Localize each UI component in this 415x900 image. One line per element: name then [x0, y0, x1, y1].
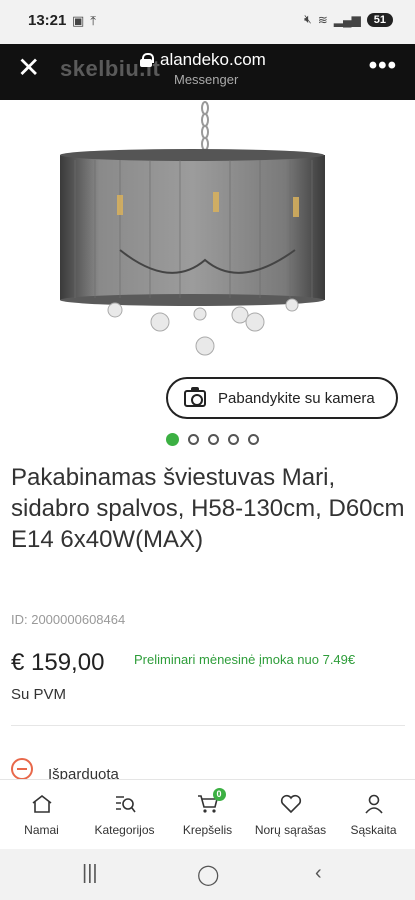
url-bar[interactable]: alandeko.com: [140, 50, 300, 70]
url-subtitle: Messenger: [174, 72, 239, 87]
product-image[interactable]: [0, 100, 415, 370]
home-button-icon[interactable]: ◯: [197, 862, 219, 887]
close-icon[interactable]: ✕: [17, 54, 45, 82]
status-icons-left: ▣ ⤒: [72, 13, 96, 29]
battery-icon: 51: [366, 12, 393, 27]
more-options-icon[interactable]: •••: [369, 52, 397, 80]
carousel-dots: [166, 433, 259, 446]
back-icon[interactable]: ‹: [315, 862, 322, 885]
carousel-dot[interactable]: [228, 434, 239, 445]
url-text: alandeko.com: [160, 50, 266, 69]
nav-label: Sąskaita: [350, 823, 397, 837]
upload-icon: ⤒: [90, 13, 97, 28]
nav-item-wishlist[interactable]: Norų sąrašas: [249, 780, 332, 849]
heart-icon: [279, 794, 303, 814]
url-block[interactable]: alandeko.com Messenger: [140, 50, 300, 87]
signal-icon: ▂▄▆: [333, 12, 361, 27]
nav-label: Krepšelis: [182, 823, 233, 837]
nav-item-home[interactable]: Namai: [0, 780, 83, 849]
screenshot-icon: ▣: [72, 13, 85, 28]
nav-item-account[interactable]: Sąskaita: [332, 780, 415, 849]
product-id: ID: 2000000608464: [11, 612, 126, 627]
nav-item-categories[interactable]: Kategorijos: [83, 780, 166, 849]
vat-label: Su PVM: [11, 686, 67, 703]
nav-label: Norų sąrašas: [254, 823, 327, 837]
android-nav-bar: ||| ◯ ‹: [0, 849, 415, 900]
sold-out-icon: [11, 758, 33, 780]
category-search-icon: [113, 794, 137, 814]
cart-icon: 0: [196, 788, 226, 814]
user-icon: [362, 794, 386, 814]
camera-button-label: Pabandykite su kamera: [218, 389, 375, 407]
chandelier-image: [60, 101, 325, 356]
status-time: 13:21: [28, 12, 67, 29]
status-bar: 13:21 ▣ ⤒ 🔇︎ ≋ ▂▄▆ 51: [0, 0, 415, 44]
carousel-dot[interactable]: [208, 434, 219, 445]
lock-icon: [140, 53, 154, 67]
bottom-nav: Namai Kategorijos 0 Krepšelis Norų sąraš…: [0, 779, 415, 849]
browser-bar: ✕ skelbiu.lt alandeko.com Messenger •••: [0, 44, 415, 100]
nav-item-cart[interactable]: 0 Krepšelis: [166, 780, 249, 849]
divider: [11, 725, 405, 726]
camera-icon: [184, 386, 206, 407]
cart-count-badge: 0: [212, 788, 226, 801]
product-title: Pakabinamas šviestuvas Mari, sidabro spa…: [11, 464, 405, 553]
product-price: € 159,00: [11, 649, 105, 676]
status-icons-right: 🔇︎ ≋ ▂▄▆ 51: [304, 12, 393, 27]
mute-icon: 🔇︎: [304, 12, 312, 26]
nav-label: Namai: [24, 823, 59, 837]
home-icon: [30, 794, 54, 814]
nav-label: Kategorijos: [94, 823, 155, 837]
try-with-camera-button[interactable]: Pabandykite su kamera: [166, 377, 398, 419]
wifi-icon: ≋: [317, 12, 328, 27]
installment-link[interactable]: Preliminari mėnesinė įmoka nuo 7.49€: [134, 652, 355, 667]
carousel-dot-active[interactable]: [166, 433, 179, 446]
carousel-dot[interactable]: [188, 434, 199, 445]
recent-apps-icon[interactable]: |||: [82, 862, 98, 885]
carousel-dot[interactable]: [248, 434, 259, 445]
